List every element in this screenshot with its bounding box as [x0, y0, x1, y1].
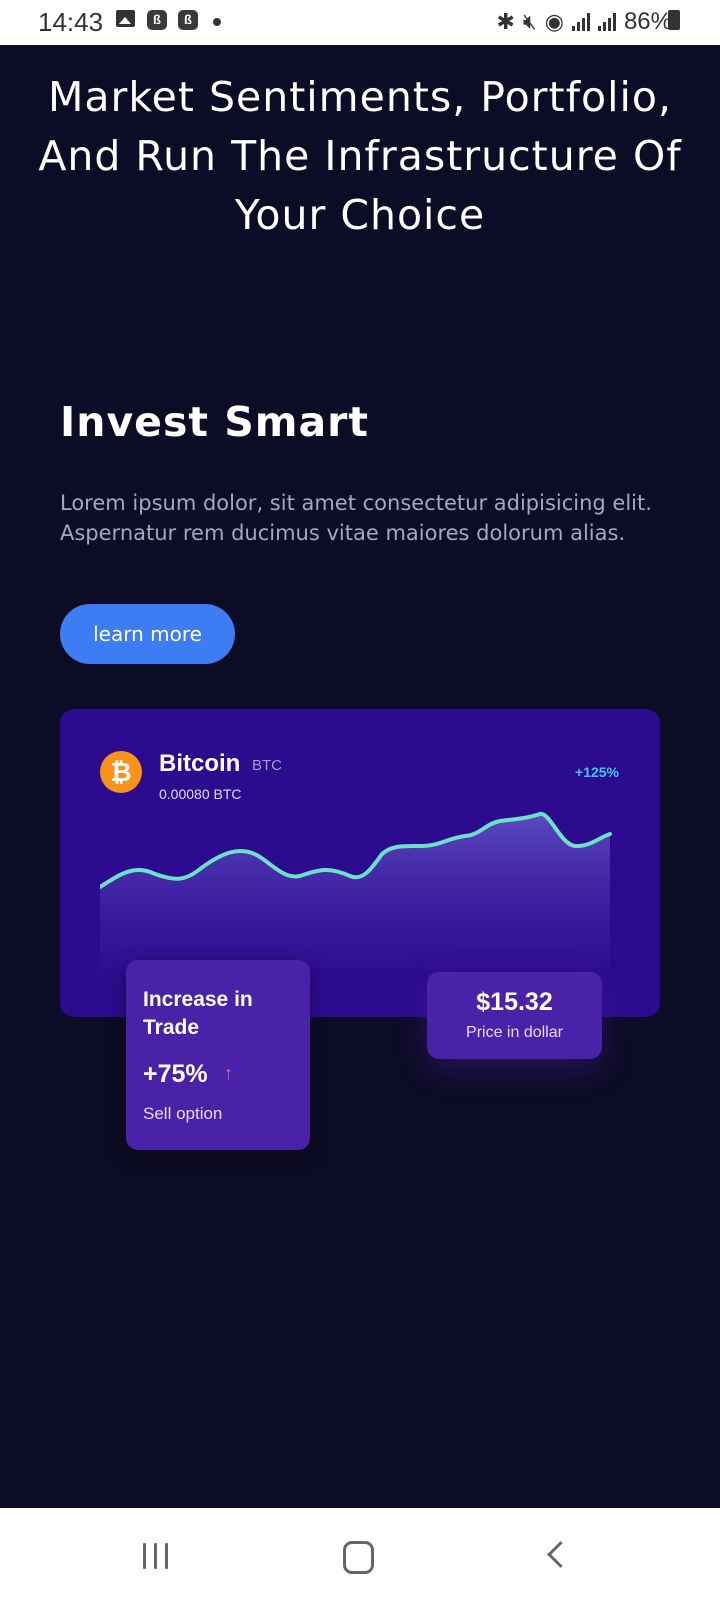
price-chart — [100, 812, 612, 969]
learn-more-button[interactable]: learn more — [60, 604, 235, 664]
invest-title: Invest Smart — [60, 398, 369, 446]
coin-symbol: BTC — [252, 757, 282, 774]
dot-icon — [213, 18, 221, 26]
recents-icon-bar — [143, 1543, 146, 1569]
price-card: $15.32 Price in dollar — [427, 972, 602, 1059]
arrow-up-icon: ↑ — [224, 1063, 233, 1083]
hotspot-icon: ◉ — [544, 9, 564, 34]
signal-icon — [571, 13, 590, 31]
price-label: Price in dollar — [466, 1024, 563, 1041]
increase-title: Increase in Trade — [143, 988, 253, 1039]
recents-button[interactable] — [126, 1533, 186, 1577]
bluetooth-icon: ✱ — [496, 9, 515, 34]
app-notification-icon: ß — [178, 10, 198, 30]
increase-trade-card: Increase in Trade +75% ↑ Sell option — [126, 960, 310, 1150]
status-bar: 14:43 ß ß ✱ 🔇︎ ◉ 86% — [0, 0, 720, 45]
hero-heading: Market Sentiments, Portfolio, And Run Th… — [38, 73, 682, 239]
battery-percent: 86% — [623, 8, 672, 35]
recents-icon-bar — [154, 1543, 157, 1569]
status-icons: ✱ 🔇︎ ◉ 86% — [496, 8, 672, 36]
battery-icon — [668, 10, 680, 30]
chart-area — [100, 813, 610, 969]
home-icon — [343, 1541, 374, 1574]
invest-description: Lorem ipsum dolor, sit amet consectetur … — [60, 491, 652, 545]
price-value: $15.32 — [476, 988, 553, 1016]
4g-signal-icon — [597, 13, 616, 31]
coin-change-percent: +125% — [575, 764, 619, 780]
increase-value: +75% — [143, 1060, 208, 1088]
bitcoin-logo-icon: ₿ — [100, 751, 142, 793]
navigation-bar — [0, 1508, 720, 1600]
back-button[interactable] — [533, 1533, 593, 1577]
status-time: 14:43 — [38, 7, 104, 37]
coin-name: Bitcoin — [159, 750, 241, 777]
back-icon — [547, 1541, 574, 1568]
recents-icon-bar — [165, 1543, 168, 1569]
coin-amount: 0.00080 BTC — [159, 786, 242, 802]
sell-option-link[interactable]: Sell option — [143, 1104, 222, 1124]
image-icon — [116, 10, 135, 27]
app-notification-icon: ß — [147, 10, 167, 30]
home-button[interactable] — [328, 1533, 388, 1577]
mute-icon: 🔇︎ — [522, 9, 537, 34]
